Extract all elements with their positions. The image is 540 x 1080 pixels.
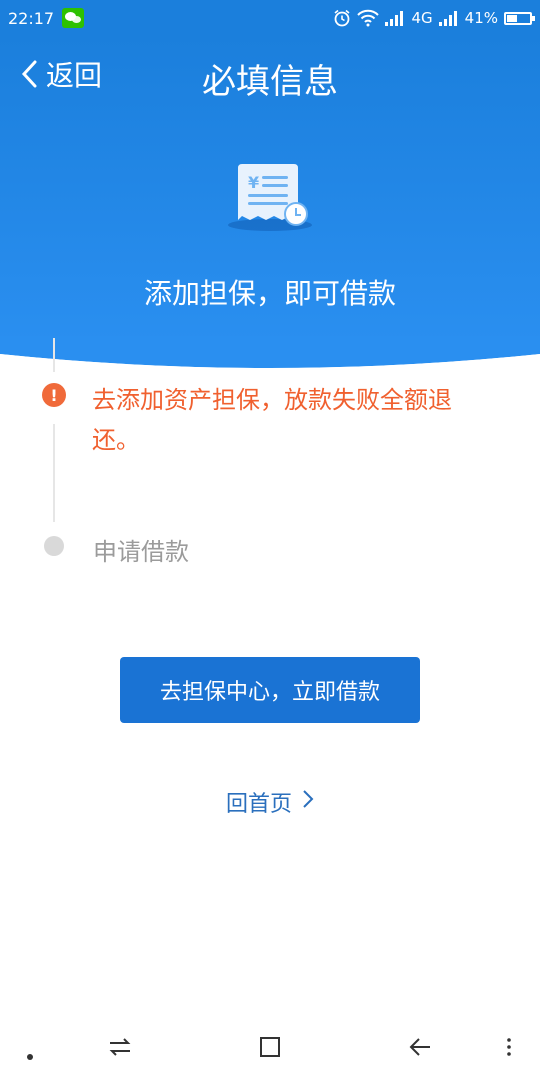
status-bar: 22:17 4G 41% (0, 0, 540, 36)
dot-icon[interactable] (26, 1046, 34, 1065)
status-bar-right: 4G 41% (333, 9, 535, 27)
wechat-notification-icon (62, 8, 85, 28)
signal-icon-2 (438, 10, 459, 26)
switch-arrows-icon[interactable] (108, 1036, 132, 1062)
wifi-icon (357, 9, 380, 27)
warning-icon: ! (42, 383, 66, 407)
system-navigation-bar (0, 1016, 540, 1080)
more-menu-icon[interactable] (506, 1036, 512, 1062)
go-guarantee-center-button[interactable]: 去担保中心，立即借款 (120, 657, 420, 723)
step-warning-text: 去添加资产担保，放款失败全额退还。 (92, 386, 452, 454)
home-link[interactable]: 回首页 (0, 786, 540, 818)
step-pending-dot (44, 536, 64, 556)
header-message: 添加担保，即可借款 (143, 277, 396, 310)
step-connector-middle (53, 424, 55, 522)
screen: 22:17 4G 41% 返回 必填信息 ¥ 添加担保，即可借款 ! 去添加资产… (0, 0, 540, 1080)
battery-fill (507, 14, 517, 22)
receipt-yen-icon: ¥ (226, 162, 316, 236)
signal-icon (385, 10, 405, 26)
status-bar-left: 22:17 (8, 8, 85, 28)
nav-bar: 返回 必填信息 (0, 36, 540, 110)
page-title: 必填信息 (202, 62, 338, 102)
step-pending-text: 申请借款 (93, 538, 189, 566)
battery-icon (504, 11, 535, 25)
step-connector-top (53, 338, 55, 372)
header: 返回 必填信息 ¥ 添加担保，即可借款 (0, 36, 540, 396)
svg-text:¥: ¥ (248, 173, 259, 192)
home-link-label: 回首页 (225, 792, 292, 817)
status-time: 22:17 (8, 8, 55, 28)
battery-percent: 41% (464, 9, 498, 27)
network-type: 4G (411, 9, 433, 27)
square-recents-icon[interactable] (259, 1036, 281, 1062)
back-arrow-icon[interactable] (408, 1036, 432, 1062)
alarm-icon (333, 9, 351, 27)
chevron-right-icon (302, 789, 314, 815)
